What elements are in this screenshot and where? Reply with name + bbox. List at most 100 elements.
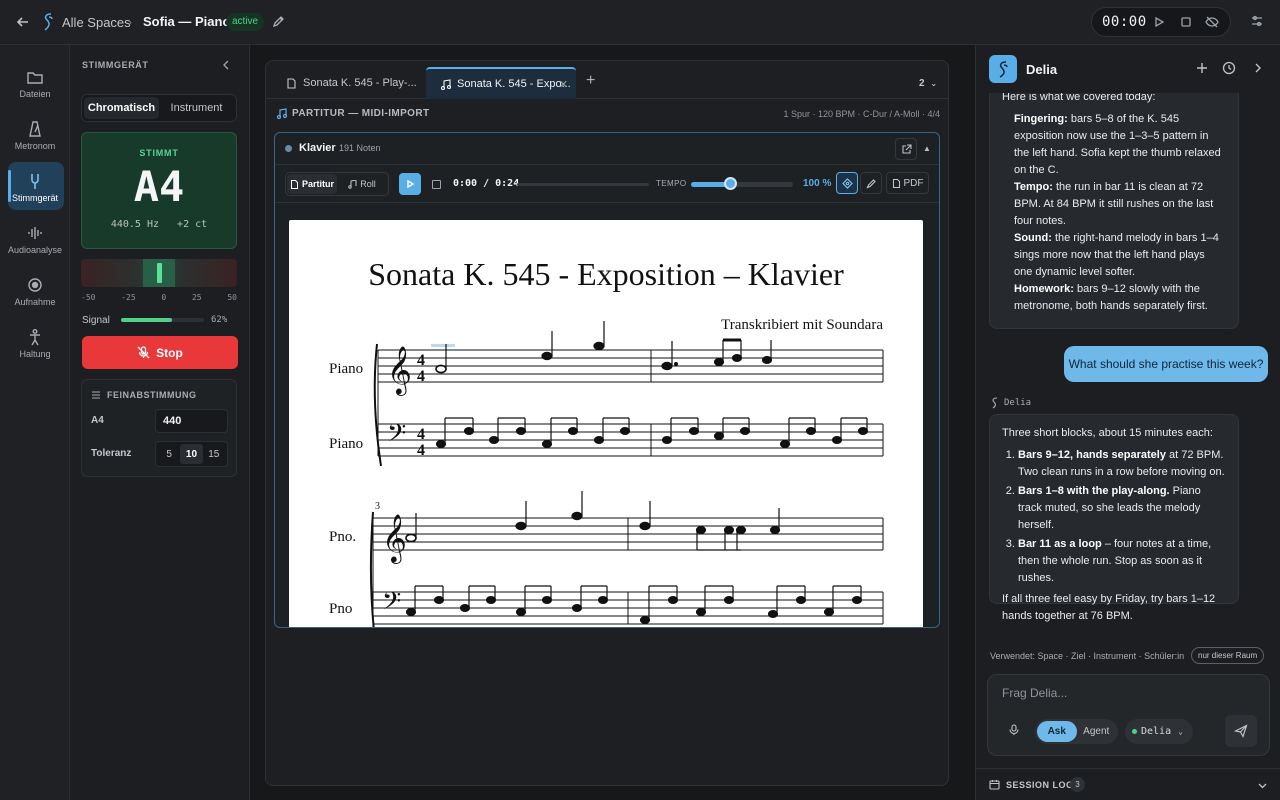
scope-pill[interactable]: nur dieser Raum [1191,647,1265,664]
scale-label: 25 [191,293,202,302]
tempo-slider-handle[interactable] [723,177,737,190]
tolerance-option[interactable]: 15 [203,444,225,464]
back-button[interactable] [14,13,32,31]
sliders-icon [92,391,100,399]
staff-label: Piano [329,361,363,377]
plus-icon [1197,63,1207,73]
mode-instrument[interactable]: Instrument [159,97,234,119]
edit-title-button[interactable] [272,14,286,28]
a4-reference-input[interactable] [155,409,228,433]
open-external-button[interactable] [895,138,917,160]
rail-label: Stimmgerät [11,193,58,203]
history-button[interactable] [1222,61,1236,75]
tab-count-value: 2 [919,78,925,89]
sender-name: Delia [1004,398,1032,408]
collapse-track-icon[interactable]: ▲ [923,144,931,153]
view-label: Roll [360,179,376,189]
tempo-label: TEMPO [656,179,687,188]
model-name: Delia [1141,726,1172,737]
scale-label: -25 [121,293,136,302]
metronome-icon [29,121,41,137]
tab-count-dropdown[interactable]: 2 ⌄ [919,78,937,89]
tab-label: Sonata K. 545 - Expo... [457,78,571,90]
session-log-bar[interactable]: SESSION LOG 3 [976,768,1280,800]
rail-label: Metronom [14,141,56,151]
delia-logo-icon [989,55,1017,83]
rail-label: Aufnahme [14,297,56,307]
timer-hide-button[interactable] [1205,15,1219,29]
treble-clef-icon: 𝄞 [387,345,412,396]
timer-play-button[interactable] [1152,15,1166,29]
model-selector[interactable]: Delia ⌄ [1125,719,1193,744]
close-panel-button[interactable] [1251,61,1265,75]
chat-input[interactable] [1002,686,1202,700]
new-chat-button[interactable] [1195,61,1209,75]
play-button[interactable] [399,173,421,195]
mic-off-icon [137,346,150,359]
meter-needle [157,263,162,283]
settings-button[interactable] [1250,14,1264,28]
practice-item: Bars 1–8 with the play-along. Piano trac… [1018,483,1226,534]
view-partitur[interactable]: Partitur [287,174,337,194]
track-card: Klavier 191 Noten ▲ Partitur Roll 0:00 /… [274,132,940,628]
tuning-fork-icon [31,174,39,189]
document-icon [290,179,298,189]
breadcrumb-all-spaces[interactable]: Alle Spaces [62,15,131,30]
session-log-count: 3 [1070,777,1085,792]
context-used: Verwendet: Space · Ziel · Instrument · S… [990,651,1185,661]
tempo-slider[interactable] [691,182,793,187]
document-tabs: Sonata K. 545 - Play-... Sonata K. 545 -… [266,61,948,99]
view-label: Partitur [301,179,334,189]
fine-tuning-heading: FEINABSTIMMUNG [91,390,197,400]
mode-ask[interactable]: Ask [1037,721,1077,742]
practice-item: Bar 11 as a loop – four notes at a time,… [1018,536,1226,587]
rail-item-dateien[interactable]: Dateien [0,62,70,114]
stop-tuner-button[interactable]: Stop [82,336,238,369]
rail-item-haltung[interactable]: Haltung [0,322,70,374]
stop-label: Stop [156,345,183,360]
message-item: Tempo: the run in bar 11 is clean at 72 … [1002,179,1226,230]
rail-item-metronom[interactable]: Metronom [0,114,70,166]
send-button[interactable] [1225,715,1257,747]
score-title: Sonata K. 545 - Exposition – Klavier [368,256,844,292]
a4-label: A4 [91,415,104,426]
note-count: 191 Noten [339,143,381,153]
timer-stop-button[interactable] [1179,15,1193,29]
item-label: Sound: [1014,232,1052,244]
external-link-icon [901,143,912,154]
rail-item-stimmgeraet[interactable]: Stimmgerät [0,166,70,218]
record-icon [28,278,42,292]
tuning-status: STIMMT [139,148,179,158]
collapse-panel-button[interactable] [220,59,232,71]
music-note-icon [276,108,287,119]
export-pdf-button[interactable]: PDF [886,172,929,194]
rail-item-aufnahme[interactable]: Aufnahme [0,270,70,322]
stop-playback-button[interactable] [432,180,441,189]
chat-history: Here is what we covered today: Fingering… [976,93,1280,638]
tab-exposition[interactable]: Sonata K. 545 - Expo... ✕ [426,67,576,99]
file-icon [287,77,296,89]
mode-agent[interactable]: Agent [1077,721,1117,742]
playback-progress[interactable] [517,183,649,186]
tolerance-label: Toleranz [91,448,132,459]
follow-cursor-button[interactable] [836,172,858,194]
close-tab-icon[interactable]: ✕ [559,78,568,91]
voice-input-button[interactable] [1008,724,1020,736]
left-rail: Dateien Metronom Stimmgerät Audioanalyse… [0,45,70,800]
assistant-message: Three short blocks, about 15 minutes eac… [989,414,1239,622]
playback-time: 0:00 / 0:24 [453,178,520,189]
add-tab-button[interactable]: + [586,73,595,89]
tolerance-option[interactable]: 10 [180,444,203,464]
crosshair-icon [841,177,853,189]
music-note-icon [440,78,451,90]
view-roll[interactable]: Roll [337,174,387,194]
treble-clef-icon: 𝄞 [382,513,407,564]
annotate-button[interactable] [860,172,882,194]
tuner-heading: STIMMGERÄT [82,60,149,70]
mode-chromatisch[interactable]: Chromatisch [84,97,159,119]
rail-item-audioanalyse[interactable]: Audioanalyse [0,218,70,270]
tolerance-option[interactable]: 5 [158,444,180,464]
model-status-dot [1132,729,1137,734]
tab-play-along[interactable]: Sonata K. 545 - Play-... [272,67,426,99]
tempo-value: 100 % [803,178,832,189]
